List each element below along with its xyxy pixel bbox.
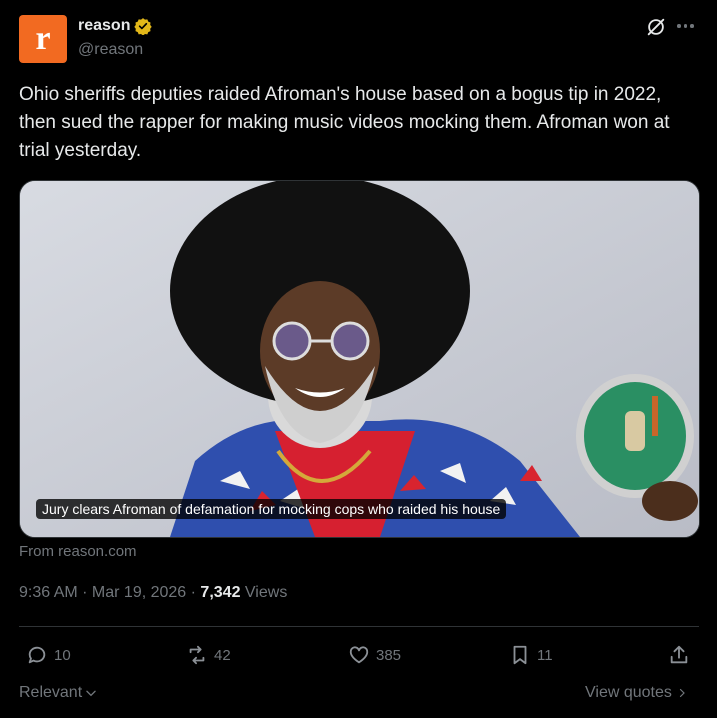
avatar-letter: r (35, 20, 51, 57)
like-button[interactable]: 385 (348, 644, 401, 666)
reply-icon (28, 646, 46, 664)
more-options-icon[interactable] (677, 24, 694, 28)
article-photo (20, 181, 699, 537)
repost-icon (189, 645, 205, 665)
tweet-meta: 9:36 AM · Mar 19, 2026 · 7,342 Views (19, 584, 287, 602)
view-quotes-link[interactable]: View quotes (585, 684, 688, 702)
tweet-date[interactable]: Mar 19, 2026 (92, 584, 186, 601)
card-caption: Jury clears Afroman of defamation for mo… (36, 499, 507, 519)
author-handle[interactable]: @reason (78, 41, 143, 59)
share-icon (670, 645, 688, 664)
like-count: 385 (376, 646, 402, 664)
meta-separator: · (77, 584, 92, 601)
sort-label: Relevant (19, 684, 83, 701)
heart-icon (349, 646, 369, 664)
reply-count: 10 (54, 646, 71, 664)
share-button[interactable] (668, 644, 690, 666)
display-name[interactable]: reason (78, 17, 130, 35)
link-card[interactable]: Jury clears Afroman of defamation for mo… (19, 180, 700, 538)
repost-button[interactable]: 42 (186, 644, 231, 666)
views-label: Views (244, 584, 288, 601)
bookmark-icon (513, 645, 527, 665)
avatar[interactable]: r (19, 15, 67, 63)
view-quotes-label: View quotes (585, 684, 672, 701)
meta-separator: · (186, 584, 201, 601)
repost-count: 42 (214, 646, 231, 664)
author-name-row: reason (78, 17, 153, 35)
bookmark-count: 11 (537, 646, 553, 664)
tweet-time[interactable]: 9:36 AM (19, 584, 78, 601)
verified-badge-icon (134, 18, 153, 35)
sort-replies-dropdown[interactable]: Relevant (19, 684, 98, 702)
reply-button[interactable]: 10 (26, 644, 71, 666)
divider (19, 626, 699, 627)
chevron-down-icon (86, 690, 96, 697)
bookmark-button[interactable]: 11 (509, 644, 553, 666)
grok-icon[interactable] (645, 16, 667, 38)
chevron-right-icon (679, 688, 685, 698)
card-source[interactable]: From reason.com (19, 543, 137, 560)
views-count: 7,342 (200, 584, 241, 601)
tweet-text: Ohio sheriffs deputies raided Afroman's … (19, 84, 670, 161)
